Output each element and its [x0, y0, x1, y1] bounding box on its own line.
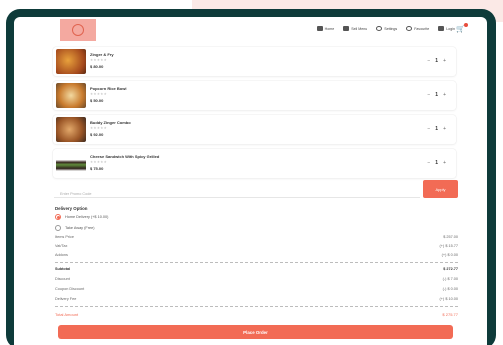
item-name: Popcorn Rice Bowl: [90, 86, 127, 91]
quantity-stepper: −1 +: [427, 58, 446, 64]
promo-code-input[interactable]: [54, 186, 420, 202]
home-icon: [316, 26, 323, 31]
summary-value: (-) $ 0.00: [442, 287, 458, 291]
nav-item-favourite[interactable]: Favourite: [406, 26, 429, 31]
nav-label: Settings: [384, 26, 398, 31]
quantity-stepper: −1 +: [427, 92, 446, 98]
divider: [55, 306, 458, 307]
quantity-stepper: −1 +: [427, 126, 446, 132]
cart-item: Popcorn Rice Bowl ★★★★★ $ 50.00 −1 +: [53, 81, 456, 110]
summary-label: Items Price: [55, 235, 74, 239]
minus-icon[interactable]: −: [427, 92, 430, 98]
delivery-option-label: Home Delivery (+$ 10.00): [65, 215, 109, 219]
item-image: [56, 151, 86, 176]
gear-icon: [376, 26, 383, 31]
delivery-option-takeaway[interactable]: Take Away (Free): [55, 225, 94, 231]
nav-label: Home: [324, 26, 335, 31]
item-price: $ 50.00: [90, 98, 104, 103]
summary-value: (+) $ 10.00: [439, 297, 458, 301]
summary-label: Subtotal: [55, 267, 71, 271]
summary-label: Coupon Discount: [55, 287, 85, 291]
menu-icon: [343, 26, 350, 31]
nav-label: Login: [446, 26, 455, 31]
summary-delivery-fee: Delivery Fee (+) $ 10.00: [55, 297, 458, 301]
heart-icon: [406, 26, 413, 31]
rating-stars: ★★★★★: [90, 160, 108, 164]
item-price: $ 92.00: [90, 132, 104, 137]
radio-selected-icon[interactable]: [55, 214, 61, 220]
minus-icon[interactable]: −: [427, 126, 430, 132]
quantity-value: 1: [435, 160, 439, 166]
radio-unselected-icon[interactable]: [55, 225, 61, 231]
top-navbar: Home Sell Menu Settings Favourite Login …: [14, 17, 487, 43]
logo-icon: [72, 24, 84, 36]
quantity-value: 1: [435, 58, 439, 64]
plus-icon[interactable]: +: [443, 92, 446, 98]
summary-discount: Discount (-) $ 7.00: [55, 277, 458, 281]
quantity-value: 1: [435, 126, 439, 132]
summary-value: (+) $ 0.00: [441, 253, 458, 257]
nav-item-home[interactable]: Home: [316, 26, 335, 31]
nav-item-sell-menu[interactable]: Sell Menu: [343, 26, 367, 31]
plus-icon[interactable]: +: [443, 126, 446, 132]
summary-label: Discount: [55, 277, 70, 281]
rating-stars: ★★★★★: [90, 126, 108, 130]
cart-item: Cheese Sandwich With Spicy Grilled ★★★★★…: [53, 149, 456, 178]
cart-item: Buddy Zinger Combo ★★★★★ $ 92.00 −1 +: [53, 115, 456, 144]
plus-icon[interactable]: +: [443, 58, 446, 64]
summary-addons: Addons (+) $ 0.00: [55, 253, 458, 257]
item-price: $ 80.00: [90, 64, 104, 69]
apply-button[interactable]: Apply: [423, 180, 458, 198]
rating-stars: ★★★★★: [90, 58, 108, 62]
summary-label: Delivery Fee: [55, 297, 77, 301]
summary-subtotal: Subtotal $ 272.77: [55, 267, 458, 271]
place-order-button[interactable]: Place Order: [58, 325, 453, 339]
summary-coupon-discount: Coupon Discount (-) $ 0.00: [55, 287, 458, 291]
minus-icon[interactable]: −: [427, 58, 430, 64]
summary-label: Vat/Tax: [55, 244, 68, 248]
summary-items-price: Items Price $ 257.00: [55, 235, 458, 239]
quantity-value: 1: [435, 92, 439, 98]
plus-icon[interactable]: +: [443, 160, 446, 166]
summary-value: $ 272.77: [443, 267, 458, 271]
summary-value: (+) $ 15.77: [439, 244, 458, 248]
delivery-option-label: Take Away (Free): [65, 226, 95, 230]
delivery-option-title: Delivery Option: [55, 206, 88, 211]
lock-icon: [438, 26, 445, 31]
promo-code-field: [54, 182, 420, 202]
cart-icon: 🛒: [456, 26, 465, 33]
item-image: [56, 117, 86, 142]
summary-label: Addons: [55, 253, 68, 257]
divider: [55, 262, 458, 263]
item-price: $ 75.00: [90, 166, 104, 171]
nav-item-settings[interactable]: Settings: [376, 26, 397, 31]
nav-label: Favourite: [414, 26, 430, 31]
brand-logo[interactable]: [60, 19, 96, 41]
summary-value: $ 275.77: [442, 312, 458, 317]
minus-icon[interactable]: −: [427, 160, 430, 166]
delivery-option-home[interactable]: Home Delivery (+$ 10.00): [55, 214, 108, 220]
item-name: Cheese Sandwich With Spicy Grilled: [90, 154, 160, 159]
summary-total-amount: Total Amount $ 275.77: [55, 312, 458, 317]
summary-value: (-) $ 7.00: [442, 277, 458, 281]
cart-button[interactable]: 🛒: [456, 23, 468, 33]
item-image: [56, 83, 86, 108]
item-name: Buddy Zinger Combo: [90, 120, 131, 125]
summary-label: Total Amount: [55, 312, 79, 317]
quantity-stepper: −1 +: [427, 160, 446, 166]
cart-badge: [464, 23, 468, 27]
rating-stars: ★★★★★: [90, 92, 108, 96]
cart-item: Zinger & Fry ★★★★★ $ 80.00 −1 +: [53, 47, 456, 76]
nav-menu: Home Sell Menu Settings Favourite Login: [316, 26, 455, 31]
item-name: Zinger & Fry: [90, 52, 114, 57]
summary-vat-tax: Vat/Tax (+) $ 15.77: [55, 244, 458, 248]
nav-label: Sell Menu: [351, 26, 368, 31]
app-screen: Home Sell Menu Settings Favourite Login …: [14, 17, 487, 345]
summary-value: $ 257.00: [443, 235, 458, 239]
item-image: [56, 49, 86, 74]
nav-item-login[interactable]: Login: [438, 26, 455, 31]
